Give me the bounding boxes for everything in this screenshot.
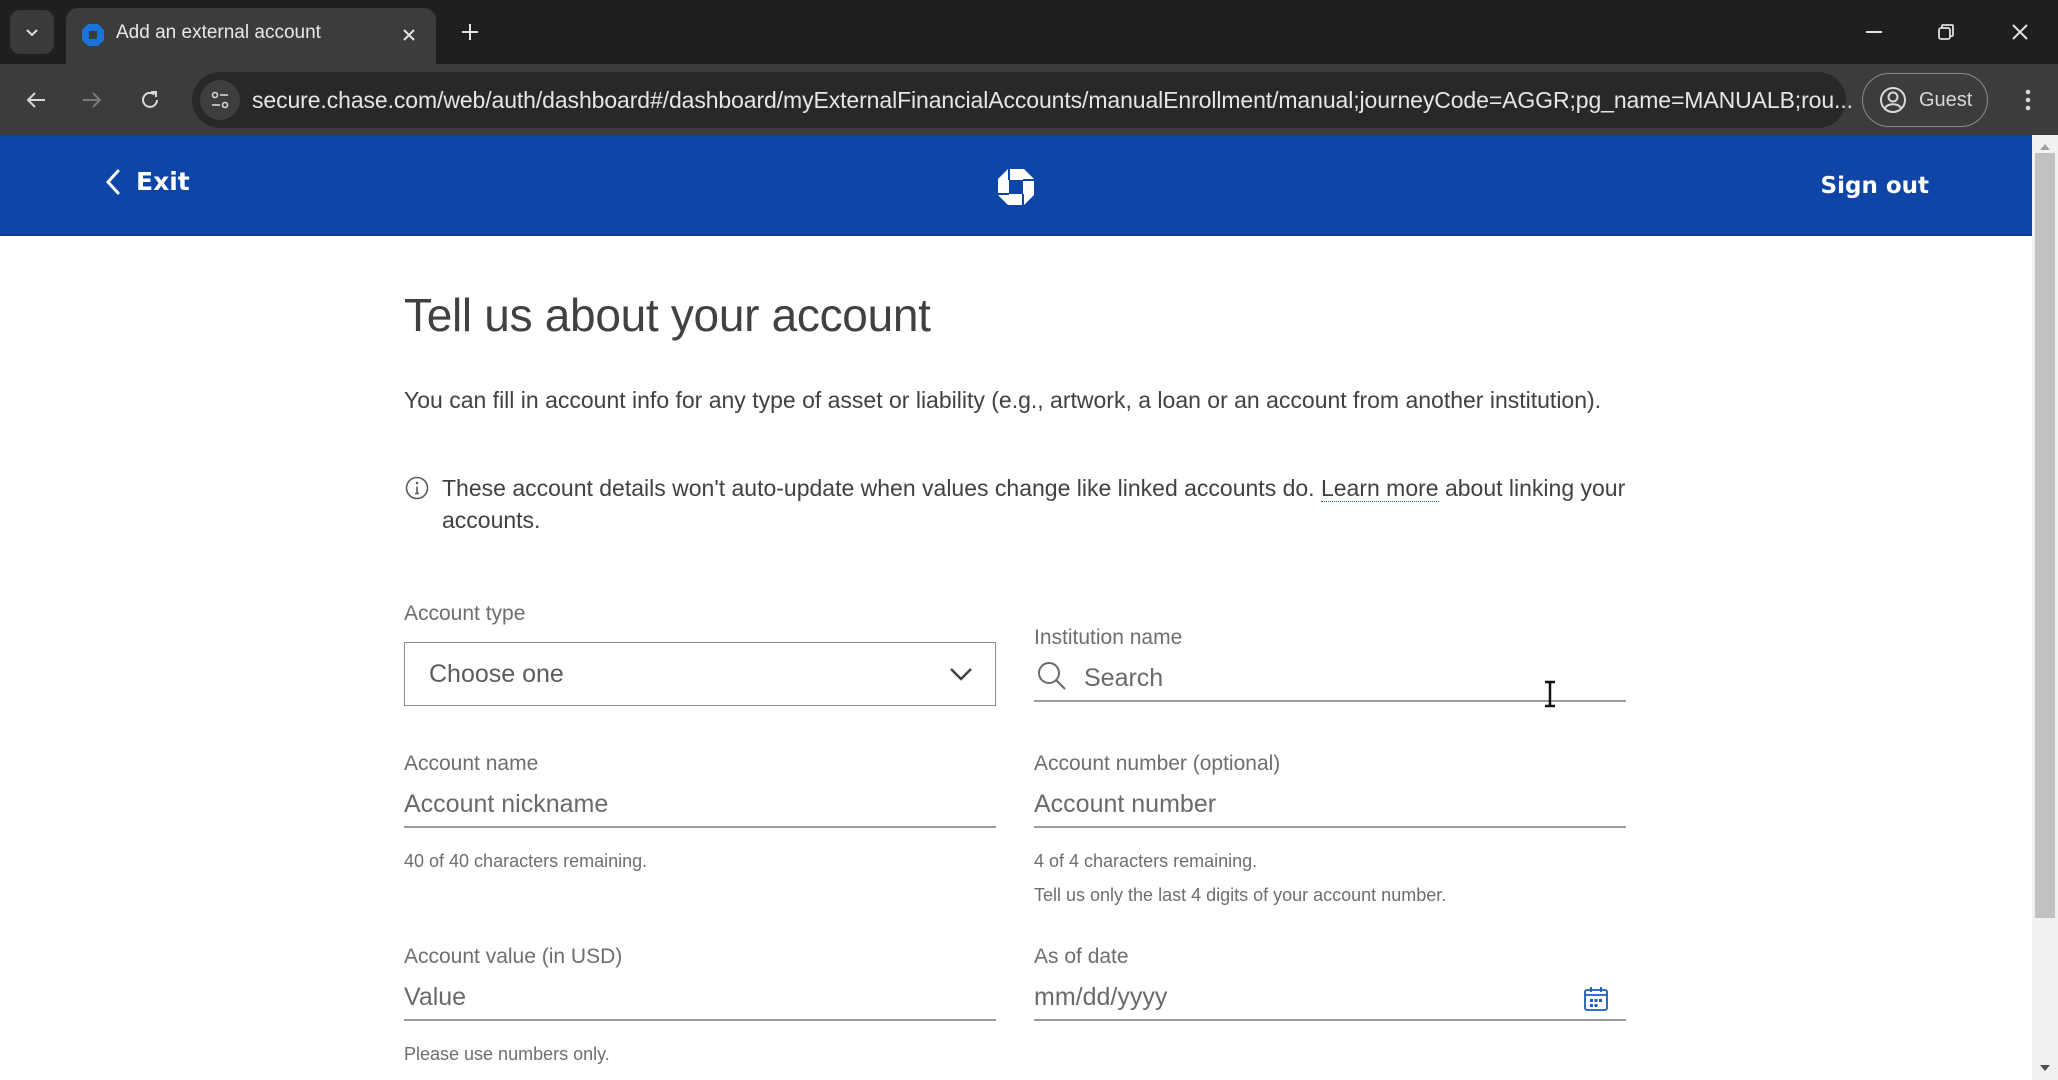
account-number-label: Account number (optional) [1034,752,1281,775]
chevron-down-icon [950,668,972,681]
tab-close-button[interactable] [396,22,422,48]
close-window-button[interactable] [2000,12,2040,52]
reload-button[interactable] [130,80,170,120]
page-scrollbar[interactable] [2032,135,2058,1080]
browser-toolbar: secure.chase.com/web/auth/dashboard#/das… [0,64,2058,135]
account-type-select[interactable]: Choose one [404,642,996,706]
institution-name-label: Institution name [1034,626,1183,649]
as-of-date-wrap [1034,969,1626,1021]
account-number-char-count: 4 of 4 characters remaining. [1034,851,1258,871]
text-cursor-icon [1545,680,1555,708]
sign-out-button[interactable]: Sign out [1821,173,1929,199]
exit-label: Exit [136,167,190,196]
account-number-field: Account number (optional) 4 of 4 charact… [1034,752,1626,912]
intro-text: You can fill in account info for any typ… [404,387,1602,413]
profile-label: Guest [1919,88,1973,111]
site-header: Exit Sign out [0,135,2032,236]
plus-icon [462,24,478,40]
triangle-down-icon [2040,1065,2050,1071]
search-icon [1038,662,1066,690]
page-title: Tell us about your account [404,289,931,341]
notice-text-before: These account details won't auto-update … [442,475,1321,501]
account-type-value: Choose one [429,659,564,688]
arrow-right-icon [83,92,102,108]
account-number-input[interactable] [1034,782,1626,828]
as-of-date-field: As of date [1034,945,1626,1021]
tune-icon [211,91,229,109]
info-icon [405,476,429,500]
address-bar[interactable]: secure.chase.com/web/auth/dashboard#/das… [192,72,1853,128]
scroll-down-button[interactable] [2032,1060,2058,1076]
institution-search-input[interactable] [1084,656,1614,700]
account-type-label: Account type [404,602,526,625]
account-value-field: Account value (in USD) Please use number… [404,945,996,1071]
notice-text: These account details won't auto-update … [442,472,1628,536]
profile-button[interactable]: Guest [1862,73,1988,127]
calendar-icon[interactable] [1582,985,1610,1013]
minimize-button[interactable] [1854,12,1894,52]
browser-menu-button[interactable] [2008,80,2048,120]
arrow-left-icon [26,92,45,108]
tab-search-button[interactable] [10,10,54,54]
account-value-input[interactable] [404,975,996,1021]
exit-button[interactable]: Exit [104,167,190,196]
close-icon [2012,24,2028,40]
restore-button[interactable] [1926,12,1966,52]
account-circle-icon [1880,87,1906,113]
close-icon [403,29,415,41]
auto-update-notice: These account details won't auto-update … [404,472,1628,536]
restore-icon [1938,24,1954,40]
chevron-down-icon [26,29,38,37]
scrollbar-thumb[interactable] [2035,153,2055,918]
account-name-label: Account name [404,752,539,775]
account-name-input[interactable] [404,782,996,828]
institution-search-box [1034,656,1626,702]
account-value-label: Account value (in USD) [404,945,623,968]
minimize-icon [1866,31,1882,33]
new-tab-button[interactable] [454,16,486,48]
account-value-helper: Please use numbers only. [404,1044,610,1064]
forward-button[interactable] [72,80,112,120]
chase-favicon-icon [82,24,104,46]
browser-tab-active[interactable]: Add an external account [66,8,436,64]
as-of-date-label: As of date [1034,945,1129,968]
url-text[interactable]: secure.chase.com/web/auth/dashboard#/das… [252,87,1853,114]
account-name-field: Account name 40 of 40 characters remaini… [404,752,996,878]
site-info-button[interactable] [200,80,240,120]
browser-tab-bar: Add an external account [0,0,2058,64]
as-of-date-input[interactable] [1034,975,1626,1021]
account-number-hint: Tell us only the last 4 digits of your a… [1034,885,1447,905]
account-name-char-count: 40 of 40 characters remaining. [404,851,648,871]
reload-icon [142,91,158,108]
back-button[interactable] [16,80,56,120]
tab-title: Add an external account [116,22,321,43]
account-type-field: Account type Choose one [404,602,996,706]
triangle-up-icon [2040,144,2050,150]
chase-logo-icon [998,169,1034,205]
institution-name-field: Institution name [1034,626,1626,702]
learn-more-link[interactable]: Learn more [1320,475,1439,502]
more-vert-icon [2025,89,2031,111]
chevron-left-icon [105,169,120,194]
